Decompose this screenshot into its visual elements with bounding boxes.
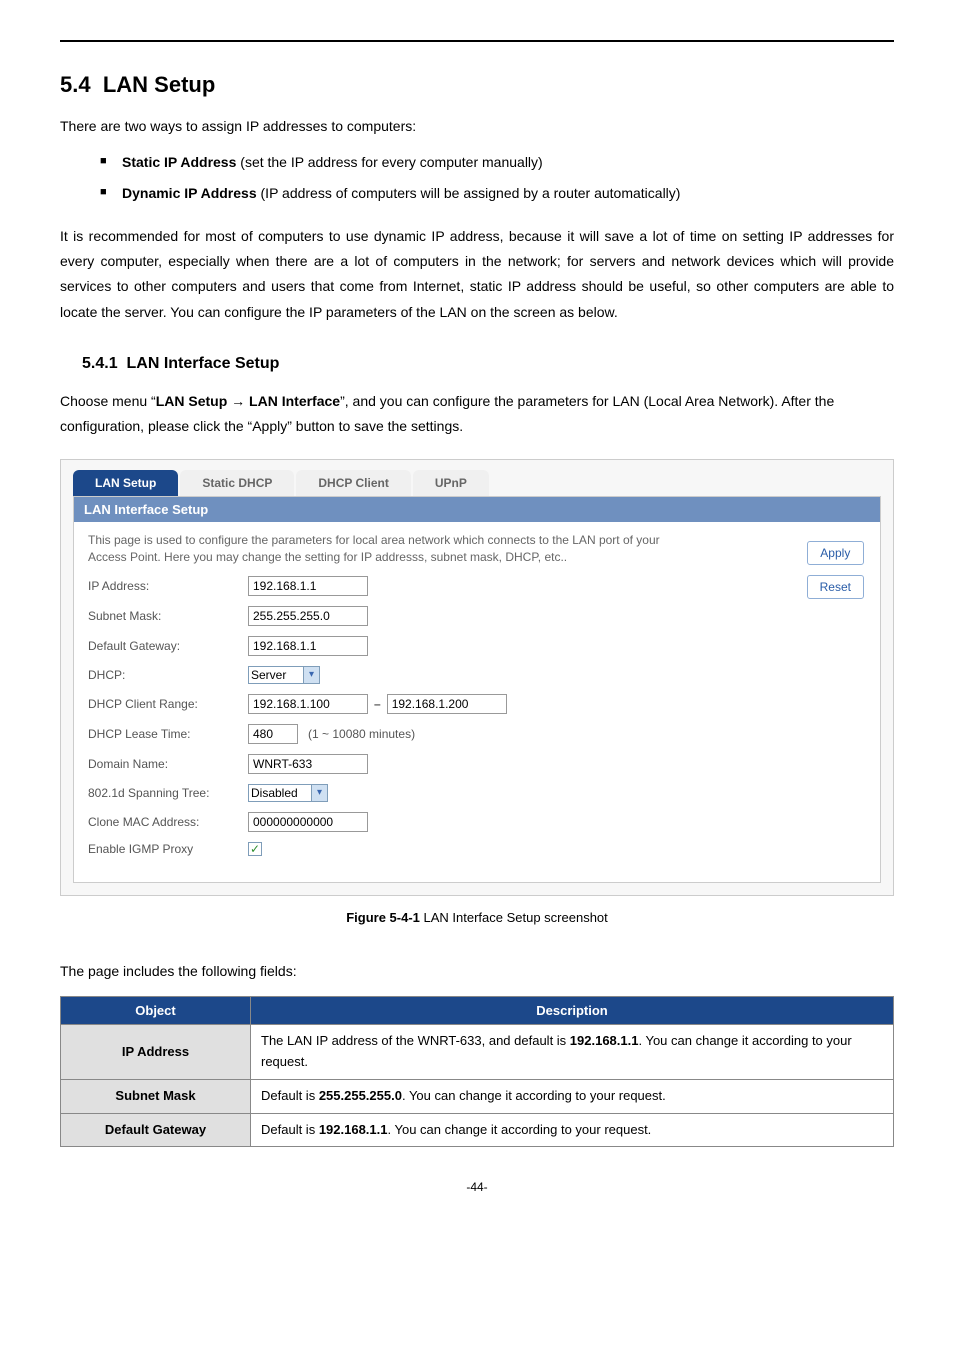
table-row: Default Gateway Default is 192.168.1.1. … (61, 1113, 894, 1147)
desc-ip: The LAN IP address of the WNRT-633, and … (251, 1025, 894, 1080)
row-lease: DHCP Lease Time: (1 ~ 10080 minutes) (88, 724, 866, 744)
text: Default is (261, 1088, 319, 1103)
row-stp: 802.1d Spanning Tree: ▾ (88, 784, 866, 802)
dhcp-select[interactable]: ▾ (248, 666, 320, 684)
tab-bar: LAN Setup Static DHCP DHCP Client UPnP (61, 460, 893, 496)
fields-table: Object Description IP Address The LAN IP… (60, 996, 894, 1147)
label-ip: IP Address: (88, 579, 248, 593)
table-lead: The page includes the following fields: (60, 959, 894, 984)
row-clone: Clone MAC Address: (88, 812, 866, 832)
label-lease: DHCP Lease Time: (88, 727, 248, 741)
panel-description: This page is used to configure the param… (88, 532, 672, 566)
list-item: Static IP Address (set the IP address fo… (100, 151, 894, 173)
figure-caption: Figure 5-4-1 LAN Interface Setup screens… (60, 906, 894, 929)
label-clone: Clone MAC Address: (88, 815, 248, 829)
static-ip-label: Static IP Address (122, 154, 236, 170)
figure-text: LAN Interface Setup screenshot (420, 910, 608, 925)
dhcp-range-to-input[interactable] (387, 694, 507, 714)
list-item: Dynamic IP Address (IP address of comput… (100, 182, 894, 204)
range-separator: – (374, 697, 381, 711)
desc-gw: Default is 192.168.1.1. You can change i… (251, 1113, 894, 1147)
row-mask: Subnet Mask: (88, 606, 866, 626)
label-domain: Domain Name: (88, 757, 248, 771)
chevron-down-icon: ▾ (312, 784, 328, 802)
tab-dhcp-client[interactable]: DHCP Client (296, 470, 410, 496)
default-gateway-input[interactable] (248, 636, 368, 656)
table-row: IP Address The LAN IP address of the WNR… (61, 1025, 894, 1080)
label-dhcp: DHCP: (88, 668, 248, 682)
dhcp-lease-input[interactable] (248, 724, 298, 744)
obj-ip: IP Address (61, 1025, 251, 1080)
stp-value[interactable] (248, 784, 312, 802)
lease-hint: (1 ~ 10080 minutes) (308, 727, 415, 741)
check-icon: ✓ (250, 842, 260, 856)
text: Choose menu “ (60, 393, 156, 409)
menu-path-lan-interface: LAN Interface (245, 393, 340, 409)
default-mask: 255.255.255.0 (319, 1088, 402, 1103)
label-mask: Subnet Mask: (88, 609, 248, 623)
address-type-list: Static IP Address (set the IP address fo… (100, 151, 894, 204)
text: . You can change it according to your re… (388, 1122, 652, 1137)
label-igmp: Enable IGMP Proxy (88, 842, 248, 856)
dynamic-ip-desc: (IP address of computers will be assigne… (257, 185, 681, 201)
tab-upnp[interactable]: UPnP (413, 470, 489, 496)
obj-mask: Subnet Mask (61, 1079, 251, 1113)
page-number: -44- (60, 1177, 894, 1199)
stp-select[interactable]: ▾ (248, 784, 328, 802)
intro-text: There are two ways to assign IP addresse… (60, 114, 894, 139)
col-object: Object (61, 997, 251, 1025)
default-gw: 192.168.1.1 (319, 1122, 388, 1137)
ip-address-input[interactable] (248, 576, 368, 596)
dhcp-range-from-input[interactable] (248, 694, 368, 714)
row-gw: Default Gateway: (88, 636, 866, 656)
section-title: LAN Setup (103, 72, 215, 97)
menu-path-lan-setup: LAN Setup (156, 393, 231, 409)
label-range: DHCP Client Range: (88, 697, 248, 711)
col-description: Description (251, 997, 894, 1025)
recommendation-para: It is recommended for most of computers … (60, 224, 894, 325)
tab-lan-setup[interactable]: LAN Setup (73, 470, 178, 496)
reset-button[interactable]: Reset (807, 575, 864, 599)
page-top-rule (60, 40, 894, 42)
section-number: 5.4 (60, 72, 91, 97)
subsection-heading: 5.4.1 LAN Interface Setup (82, 355, 894, 373)
action-buttons: Apply Reset (807, 541, 864, 599)
panel-title: LAN Interface Setup (74, 497, 880, 522)
dhcp-value[interactable] (248, 666, 304, 684)
row-igmp: Enable IGMP Proxy ✓ (88, 842, 866, 856)
subsection-number: 5.4.1 (82, 355, 118, 372)
row-domain: Domain Name: (88, 754, 866, 774)
text: . You can change it according to your re… (402, 1088, 666, 1103)
row-ip: IP Address: (88, 576, 866, 596)
apply-button[interactable]: Apply (807, 541, 864, 565)
menu-path-para: Choose menu “LAN Setup → LAN Interface”,… (60, 389, 894, 439)
row-range: DHCP Client Range: – (88, 694, 866, 714)
clone-mac-input[interactable] (248, 812, 368, 832)
row-dhcp: DHCP: ▾ (88, 666, 866, 684)
figure-label: Figure 5-4-1 (346, 910, 420, 925)
section-heading: 5.4 LAN Setup (60, 72, 894, 98)
text: The LAN IP address of the WNRT-633, and … (261, 1033, 570, 1048)
chevron-down-icon: ▾ (304, 666, 320, 684)
subnet-mask-input[interactable] (248, 606, 368, 626)
desc-mask: Default is 255.255.255.0. You can change… (251, 1079, 894, 1113)
static-ip-desc: (set the IP address for every computer m… (236, 154, 542, 170)
tab-static-dhcp[interactable]: Static DHCP (180, 470, 294, 496)
dynamic-ip-label: Dynamic IP Address (122, 185, 257, 201)
label-gw: Default Gateway: (88, 639, 248, 653)
domain-name-input[interactable] (248, 754, 368, 774)
arrow-icon: → (231, 393, 245, 409)
screenshot-figure: LAN Setup Static DHCP DHCP Client UPnP L… (60, 459, 894, 896)
subsection-title: LAN Interface Setup (126, 355, 279, 372)
text: Default is (261, 1122, 319, 1137)
igmp-checkbox[interactable]: ✓ (248, 842, 262, 856)
default-ip: 192.168.1.1 (570, 1033, 639, 1048)
obj-gw: Default Gateway (61, 1113, 251, 1147)
label-stp: 802.1d Spanning Tree: (88, 786, 248, 800)
table-row: Subnet Mask Default is 255.255.255.0. Yo… (61, 1079, 894, 1113)
panel-body: LAN Interface Setup This page is used to… (73, 496, 881, 883)
